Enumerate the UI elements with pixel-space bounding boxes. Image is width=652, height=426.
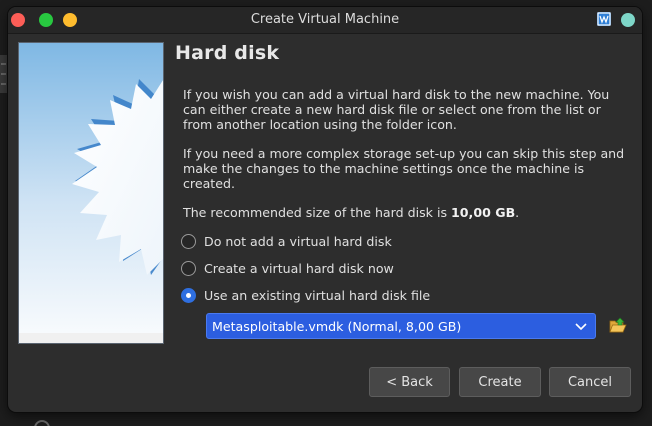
status-indicator-icon[interactable]	[621, 13, 635, 27]
chevron-down-icon	[575, 323, 587, 331]
existing-disk-value: Metasploitable.vmdk (Normal, 8,00 GB)	[212, 319, 462, 334]
option-no-hard-disk[interactable]: Do not add a virtual hard disk	[181, 232, 392, 250]
cancel-button[interactable]: Cancel	[549, 367, 631, 397]
option-use-existing-hard-disk[interactable]: Use an existing virtual hard disk file	[181, 286, 430, 304]
title-bar: Create Virtual Machine	[8, 7, 642, 34]
window-title: Create Virtual Machine	[250, 12, 400, 27]
recommended-size-prefix: The recommended size of the hard disk is	[183, 205, 452, 220]
radio-button[interactable]	[181, 260, 196, 276]
recommended-size-text: The recommended size of the hard disk is…	[183, 205, 633, 220]
choose-disk-file-button[interactable]	[609, 317, 627, 335]
intro-paragraph: If you wish you can add a virtual hard d…	[183, 87, 610, 132]
create-vm-dialog: Create Virtual Machine Hard disk If you …	[8, 7, 642, 412]
existing-disk-select[interactable]: Metasploitable.vmdk (Normal, 8,00 GB)	[206, 313, 596, 339]
recommended-size-value: 10,00 GB	[451, 205, 516, 220]
create-button[interactable]: Create	[459, 367, 541, 397]
page-title: Hard disk	[175, 42, 280, 64]
option-label: Use an existing virtual hard disk file	[204, 287, 431, 303]
virtualbox-tray-icon[interactable]	[597, 12, 611, 26]
recommended-size-suffix: .	[515, 205, 520, 220]
wizard-banner-image	[18, 42, 164, 344]
folder-open-icon	[609, 317, 627, 333]
option-create-hard-disk[interactable]: Create a virtual hard disk now	[181, 259, 394, 277]
radio-button[interactable]	[181, 233, 196, 249]
storage-hint-paragraph: If you need a more complex storage set-u…	[183, 146, 625, 191]
background-window-fragment	[34, 416, 154, 426]
option-label: Do not add a virtual hard disk	[204, 233, 392, 249]
option-label: Create a virtual hard disk now	[204, 260, 394, 276]
background-window-edge	[0, 55, 7, 93]
radio-button-selected[interactable]	[181, 287, 196, 303]
back-button[interactable]: < Back	[369, 367, 450, 397]
